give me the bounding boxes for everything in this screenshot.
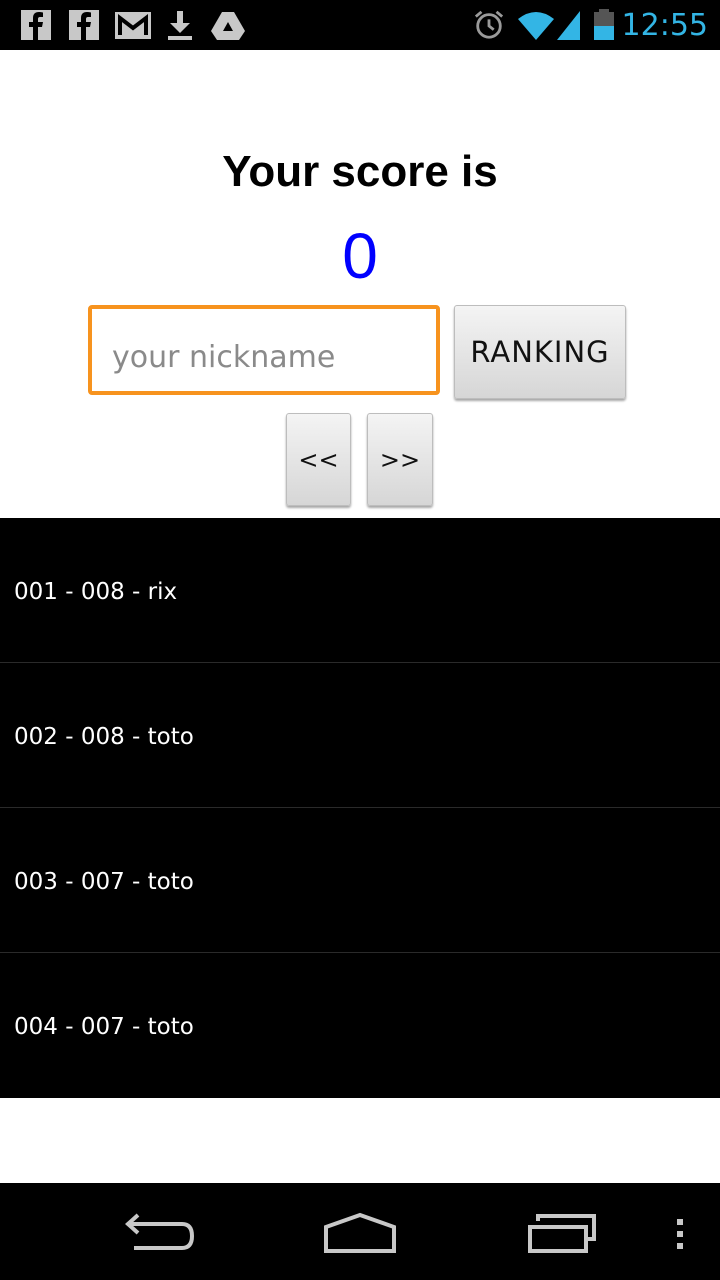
- status-bar: 12:55: [0, 0, 720, 50]
- list-item[interactable]: 002 - 008 - toto: [0, 663, 720, 808]
- ranking-button[interactable]: RANKING: [454, 305, 626, 399]
- ranking-entry-label: 004 - 007 - toto: [14, 1014, 194, 1040]
- ranking-entry-label: 002 - 008 - toto: [14, 724, 194, 750]
- list-item[interactable]: 004 - 007 - toto: [0, 953, 720, 1098]
- facebook-icon: [69, 10, 99, 40]
- signal-icon: [557, 11, 580, 40]
- download-icon: [168, 11, 192, 40]
- alarm-icon: [474, 10, 504, 39]
- ranking-entry-label: 003 - 007 - toto: [14, 869, 194, 895]
- battery-icon: [594, 9, 614, 40]
- status-time: 12:55: [621, 8, 708, 43]
- home-icon[interactable]: [322, 1211, 398, 1255]
- score-value: 0: [342, 220, 378, 292]
- previous-page-button[interactable]: <<: [286, 413, 351, 506]
- next-page-button[interactable]: >>: [367, 413, 433, 506]
- score-title: Your score is: [222, 147, 498, 196]
- overflow-menu-icon[interactable]: [674, 1217, 686, 1251]
- navigation-bar: [0, 1183, 720, 1280]
- ranking-entry-label: 001 - 008 - rix: [14, 579, 178, 605]
- facebook-icon: [21, 10, 51, 40]
- ranking-list: 001 - 008 - rix 002 - 008 - toto 003 - 0…: [0, 518, 720, 1098]
- back-icon[interactable]: [124, 1211, 196, 1255]
- list-item[interactable]: 003 - 007 - toto: [0, 808, 720, 953]
- drive-icon: [211, 12, 245, 40]
- list-item[interactable]: 001 - 008 - rix: [0, 518, 720, 663]
- wifi-icon: [518, 12, 554, 40]
- nickname-input[interactable]: [88, 305, 440, 395]
- recent-apps-icon[interactable]: [526, 1213, 598, 1255]
- gmail-icon: [115, 12, 151, 39]
